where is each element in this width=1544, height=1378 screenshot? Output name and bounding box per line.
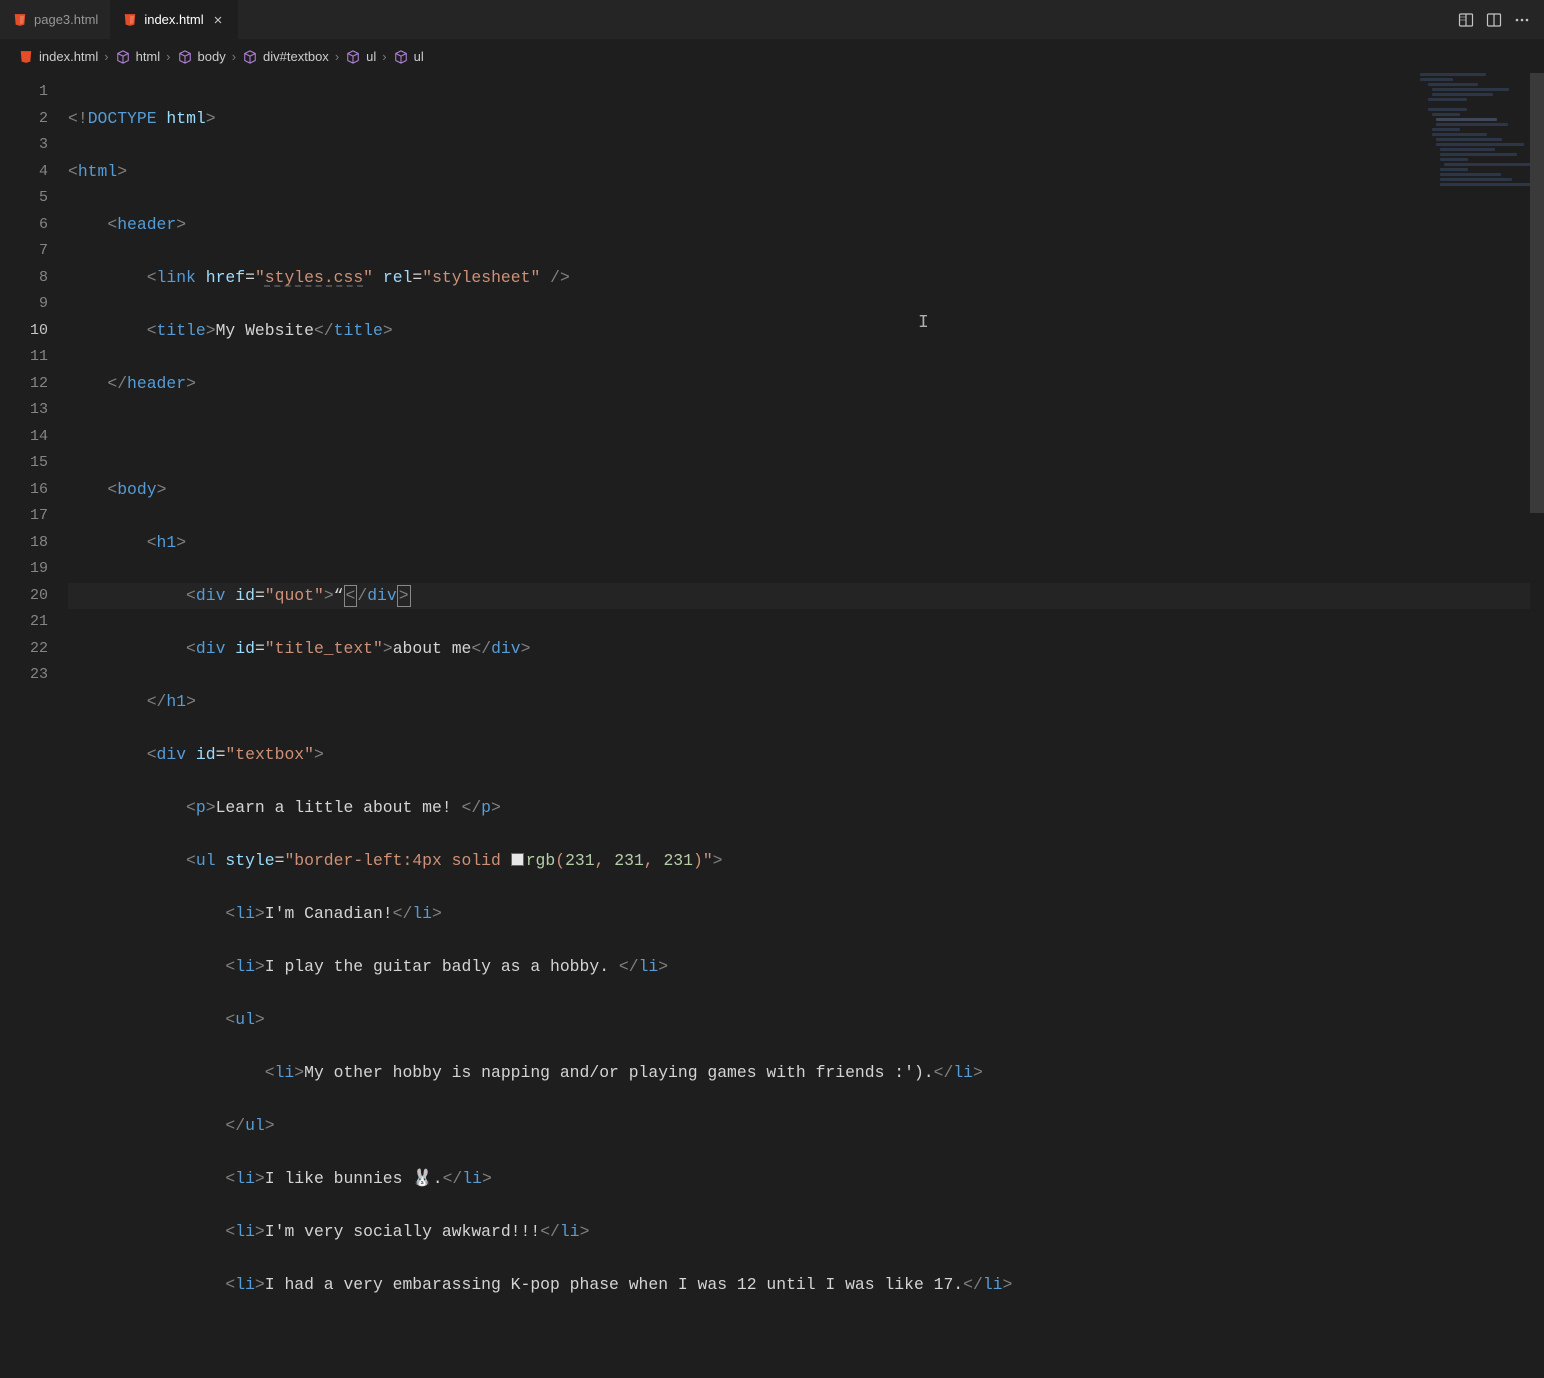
breadcrumb-item[interactable]: html (115, 49, 161, 65)
breadcrumb-item[interactable]: body (177, 49, 226, 65)
breadcrumb-label: ul (366, 49, 376, 64)
editor-actions (1458, 12, 1544, 28)
chevron-right-icon: › (382, 49, 386, 64)
symbol-icon (393, 49, 409, 65)
breadcrumb-label: html (136, 49, 161, 64)
tab-page3[interactable]: page3.html (0, 0, 110, 40)
symbol-icon (345, 49, 361, 65)
breadcrumb-item[interactable]: index.html (18, 49, 98, 65)
tab-index[interactable]: index.html (110, 0, 237, 40)
editor[interactable]: 1234567891011121314151617181920212223 <!… (0, 73, 1544, 704)
breadcrumb-item[interactable]: div#textbox (242, 49, 329, 65)
symbol-icon (177, 49, 193, 65)
color-swatch-icon (511, 853, 524, 866)
chevron-right-icon: › (104, 49, 108, 64)
symbol-icon (115, 49, 131, 65)
chevron-right-icon: › (166, 49, 170, 64)
html5-icon (122, 12, 138, 28)
breadcrumb[interactable]: index.html › html › body › div#textbox ›… (0, 40, 1544, 73)
tab-bar: page3.html index.html (0, 0, 1544, 40)
split-diff-icon[interactable] (1458, 12, 1474, 28)
minimap[interactable] (1420, 73, 1530, 203)
line-number-gutter: 1234567891011121314151617181920212223 (0, 73, 68, 704)
scrollbar[interactable] (1530, 73, 1544, 704)
breadcrumb-label: body (198, 49, 226, 64)
breadcrumb-label: div#textbox (263, 49, 329, 64)
html5-icon (18, 49, 34, 65)
symbol-icon (242, 49, 258, 65)
code-content[interactable]: <!DOCTYPE html> <html> <header> <link hr… (68, 73, 1544, 704)
scrollbar-thumb[interactable] (1530, 73, 1544, 513)
tab-label: page3.html (34, 12, 98, 27)
breadcrumb-label: index.html (39, 49, 98, 64)
chevron-right-icon: › (335, 49, 339, 64)
more-icon[interactable] (1514, 12, 1530, 28)
breadcrumb-label: ul (414, 49, 424, 64)
split-editor-icon[interactable] (1486, 12, 1502, 28)
tab-label: index.html (144, 12, 203, 27)
html5-icon (12, 12, 28, 28)
breadcrumb-item[interactable]: ul (345, 49, 376, 65)
breadcrumb-item[interactable]: ul (393, 49, 424, 65)
text-cursor-icon: I (918, 310, 929, 337)
close-icon[interactable] (210, 12, 226, 28)
chevron-right-icon: › (232, 49, 236, 64)
